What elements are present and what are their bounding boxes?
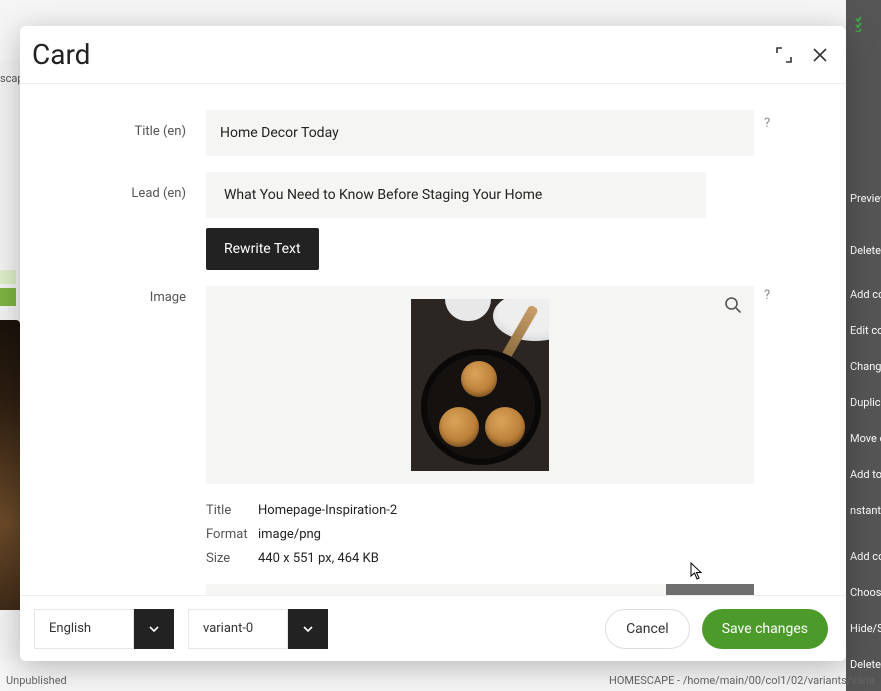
background-side-panel: Preview Delete Add co Edit co Change Dup…	[846, 0, 881, 691]
meta-title-key: Title	[206, 503, 258, 518]
meta-size-key: Size	[206, 551, 258, 566]
meta-format-val: image/png	[258, 527, 321, 542]
bg-menu-item[interactable]: nstant	[846, 492, 881, 528]
help-icon[interactable]: ?	[754, 286, 774, 303]
title-input[interactable]	[206, 110, 754, 156]
title-label: Title (en)	[46, 110, 206, 139]
bg-menu-item[interactable]: Add co	[846, 538, 881, 574]
bg-menu-item[interactable]: Add co	[846, 276, 881, 312]
bg-menu-item[interactable]: Add to	[846, 456, 881, 492]
lead-input[interactable]	[206, 172, 706, 218]
bg-menu-item[interactable]: Choose	[846, 574, 881, 610]
fullscreen-icon[interactable]	[772, 43, 796, 67]
modal-header: Card	[20, 26, 846, 84]
clear-path-icon[interactable]	[630, 595, 656, 596]
save-button[interactable]: Save changes	[702, 609, 828, 649]
image-meta: Title Homepage-Inspiration-2 Format imag…	[206, 498, 754, 570]
bg-menu-item[interactable]: Preview	[846, 180, 881, 216]
meta-format-key: Format	[206, 527, 258, 542]
close-icon[interactable]	[808, 43, 832, 67]
preview-image	[411, 299, 549, 471]
bg-menu-item[interactable]: Delete	[846, 232, 881, 268]
image-preview	[206, 286, 754, 484]
language-value: English	[34, 609, 134, 649]
bg-menu-item[interactable]: Move c	[846, 420, 881, 456]
language-select[interactable]: English	[34, 609, 174, 649]
bg-menu-item[interactable]: Duplica	[846, 384, 881, 420]
magnify-icon[interactable]	[724, 296, 742, 318]
card-modal: Card Title (en) ? Lead (en)	[20, 26, 846, 661]
checklist-icon[interactable]	[855, 16, 877, 36]
chevron-down-icon[interactable]	[288, 609, 328, 649]
image-path-field[interactable]: /homescape/images/content-images/Homepag…	[206, 584, 666, 595]
modal-title: Card	[32, 38, 760, 71]
modal-body: Title (en) ? Lead (en) Rewrite Text Imag…	[20, 84, 846, 595]
bg-menu-item[interactable]: Change	[846, 348, 881, 384]
status-right: HOMESCAPE - /home/main/00/col1/02/varian…	[609, 674, 875, 687]
modal-footer: English variant-0 Cancel Save changes	[20, 595, 846, 661]
bg-menu-item[interactable]: Edit co	[846, 312, 881, 348]
bg-menu-item[interactable]: Hide/S	[846, 610, 881, 646]
variant-value: variant-0	[188, 609, 288, 649]
cancel-button[interactable]: Cancel	[605, 609, 690, 649]
status-left: Unpublished	[6, 674, 67, 687]
variant-select[interactable]: variant-0	[188, 609, 328, 649]
meta-size-val: 440 x 551 px, 464 KB	[258, 551, 379, 566]
lead-label: Lead (en)	[46, 172, 206, 201]
chevron-down-icon[interactable]	[134, 609, 174, 649]
select-new-button[interactable]: Select new	[666, 584, 754, 595]
help-icon[interactable]: ?	[754, 110, 774, 131]
rewrite-text-button[interactable]: Rewrite Text	[206, 228, 319, 270]
image-label: Image	[46, 286, 206, 305]
status-bar: Unpublished HOMESCAPE - /home/main/00/co…	[0, 674, 881, 687]
meta-title-val: Homepage-Inspiration-2	[258, 503, 397, 518]
